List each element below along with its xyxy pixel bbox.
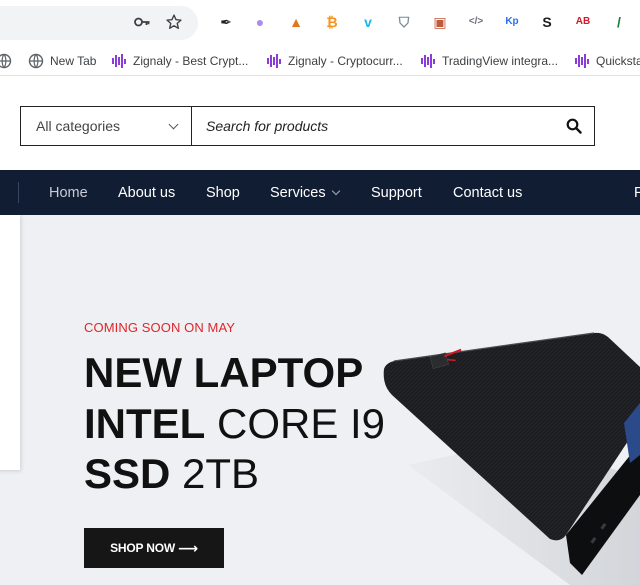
eyedropper-icon[interactable]: ✒: [216, 12, 236, 32]
headline-light-text: 2TB: [182, 450, 260, 497]
search-input[interactable]: [192, 107, 554, 145]
chevron-down-icon: [168, 119, 179, 130]
adblock-extension-icon[interactable]: AB: [573, 12, 593, 32]
bookmark-label: Quicksta: [596, 54, 640, 68]
nav-item-support[interactable]: Support: [371, 170, 422, 215]
shop-now-button[interactable]: SHOP NOW ⟶: [84, 528, 224, 568]
zignaly-icon: [420, 53, 436, 69]
nav-divider: [18, 182, 19, 203]
search-icon: [566, 118, 582, 134]
hero-headline-line-1: NEW LAPTOP: [84, 352, 363, 394]
nav-item-home[interactable]: Home: [49, 170, 88, 215]
hero-banner: COMING SOON ON MAY NEW LAPTOP INTEL CORE…: [0, 215, 640, 585]
bookmark-globe-partial[interactable]: [0, 52, 18, 70]
terminal-extension-icon[interactable]: /: [609, 12, 629, 32]
bitcoin-extension-icon[interactable]: ₿: [322, 12, 342, 32]
bookmark-new-tab[interactable]: New Tab: [28, 52, 96, 70]
bookmark-label: Zignaly - Cryptocurr...: [288, 54, 403, 68]
browser-toolbar: ✒ ● ▲ ₿ v ⛉ ▣ </> Kp S AB /: [0, 0, 640, 46]
headline-bold-text: SSD: [84, 450, 171, 497]
bookmark-label: Zignaly - Best Crypt...: [133, 54, 249, 68]
hero-headline-line-2: INTEL CORE I9: [84, 403, 385, 445]
hero-headline-line-3: SSD 2TB: [84, 453, 259, 495]
product-search-bar: All categories: [20, 106, 595, 146]
bookmark-label: New Tab: [50, 54, 97, 68]
bookmark-tradingview[interactable]: TradingView integra...: [420, 52, 558, 70]
headline-light-text: CORE I9: [217, 400, 386, 447]
bookmark-quickstart[interactable]: Quicksta: [574, 52, 640, 70]
nav-item-label: Shop: [206, 184, 240, 201]
nav-item-services[interactable]: Services: [270, 170, 340, 215]
nav-item-partial[interactable]: F: [634, 170, 640, 215]
main-nav: Home About us Shop Services Support Cont…: [0, 170, 640, 215]
nav-item-contact[interactable]: Contact us: [453, 170, 522, 215]
vimeo-icon[interactable]: v: [358, 12, 378, 32]
globe-icon: [28, 53, 44, 69]
zignaly-icon: [266, 53, 282, 69]
nav-item-label: F: [634, 184, 640, 201]
category-side-panel: [0, 215, 20, 470]
screen-capture-icon[interactable]: ▣: [430, 12, 450, 32]
code-extension-icon[interactable]: </>: [466, 12, 486, 32]
zignaly-icon: [111, 53, 127, 69]
bookmark-zignaly-crypto[interactable]: Zignaly - Cryptocurr...: [266, 52, 403, 70]
headline-bold-text: INTEL: [84, 400, 206, 447]
ghost-extension-icon[interactable]: ●: [250, 12, 270, 32]
arrow-right-icon: ⟶: [177, 539, 198, 556]
nav-item-label: Contact us: [453, 184, 523, 201]
nav-item-label: About us: [118, 184, 176, 201]
laptop-product-image: [383, 332, 640, 585]
category-select[interactable]: All categories: [21, 107, 192, 145]
key-icon[interactable]: [132, 12, 152, 32]
metamask-icon[interactable]: ▲: [286, 12, 306, 32]
zignaly-icon: [574, 53, 590, 69]
category-select-label: All categories: [36, 118, 121, 134]
nav-item-label: Services: [270, 184, 326, 201]
shop-now-label: SHOP NOW: [110, 541, 175, 555]
site-header: All categories: [0, 76, 640, 170]
hero-eyebrow: COMING SOON ON MAY: [84, 320, 236, 335]
search-button[interactable]: [554, 107, 594, 145]
chevron-down-icon: [331, 186, 340, 195]
nav-item-about[interactable]: About us: [118, 170, 175, 215]
s-extension-icon[interactable]: S: [537, 12, 557, 32]
bookmark-zignaly-best[interactable]: Zignaly - Best Crypt...: [111, 52, 248, 70]
globe-icon: [0, 53, 12, 69]
nav-item-label: Support: [371, 184, 422, 201]
bookmarks-bar: New Tab Zignaly - Best Crypt... Zignaly …: [0, 46, 640, 76]
kp-extension-icon[interactable]: Kp: [502, 12, 522, 32]
nav-item-label: Home: [49, 184, 88, 201]
bookmark-star-icon[interactable]: [164, 12, 184, 32]
shield-extension-icon[interactable]: ⛉: [394, 12, 414, 32]
bookmark-label: TradingView integra...: [442, 54, 559, 68]
headline-bold-text: NEW LAPTOP: [84, 349, 364, 396]
nav-item-shop[interactable]: Shop: [206, 170, 240, 215]
